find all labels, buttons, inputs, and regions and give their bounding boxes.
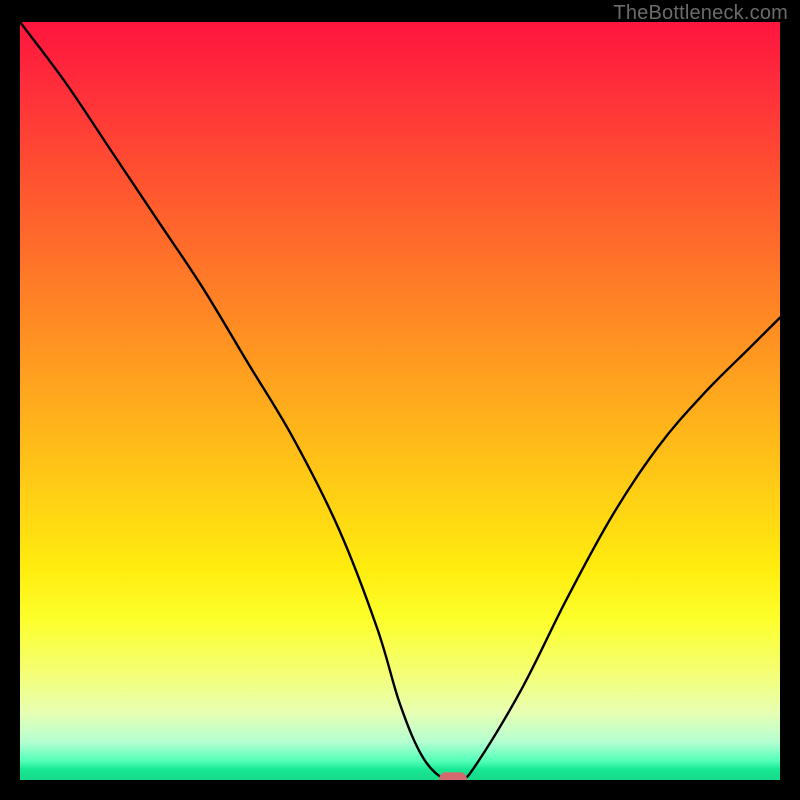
watermark-text: TheBottleneck.com <box>613 2 788 25</box>
curve-svg <box>20 22 780 780</box>
plot-area <box>20 22 780 780</box>
bottleneck-marker <box>439 772 467 780</box>
chart-frame: TheBottleneck.com <box>0 0 800 800</box>
bottleneck-curve-path <box>20 22 780 780</box>
